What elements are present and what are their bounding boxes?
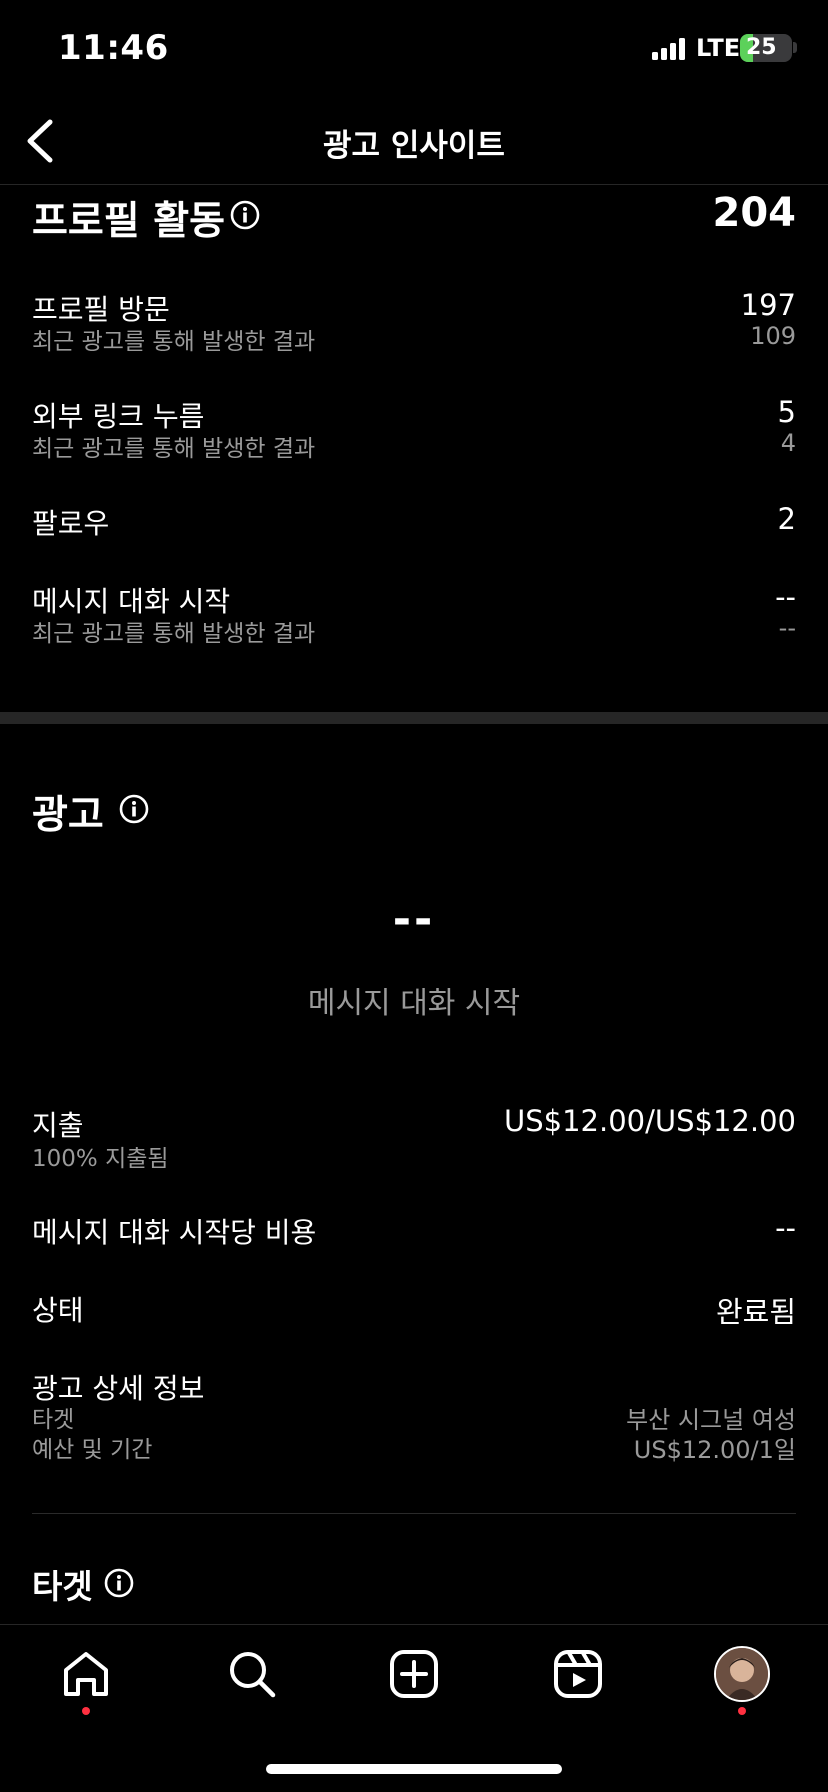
cost-per-label: 메시지 대화 시작당 비용	[32, 1216, 317, 1249]
avatar-image	[716, 1648, 768, 1700]
ad-section-title: 광고	[32, 793, 104, 838]
profile-activity-total: 204	[712, 190, 797, 236]
battery-level: 25	[746, 35, 777, 60]
info-icon[interactable]	[104, 1568, 134, 1598]
home-indicator	[266, 1764, 562, 1774]
battery-nub	[793, 42, 797, 53]
spend-label: 지출	[32, 1109, 84, 1142]
target-label: 타겟	[32, 1407, 75, 1433]
row-value-external-link: 5	[777, 395, 796, 429]
budget-value: US$12.00/1일	[633, 1436, 796, 1464]
budget-label: 예산 및 기간	[32, 1437, 153, 1463]
tab-bar-divider	[0, 1624, 828, 1625]
row-value-conversations: --	[775, 580, 796, 614]
row-subvalue-conversations: --	[778, 614, 796, 642]
status-time: 11:46	[58, 28, 169, 68]
section-divider	[0, 712, 828, 724]
signal-icon	[652, 38, 685, 60]
status-label: 상태	[32, 1294, 84, 1327]
profile-activity-title: 프로필 활동	[32, 199, 225, 244]
row-label-follows: 팔로우	[32, 507, 110, 540]
page-title: 광고 인사이트	[323, 128, 505, 164]
spend-value: US$12.00/US$12.00	[504, 1104, 796, 1138]
home-icon[interactable]	[60, 1648, 112, 1700]
status-value: 완료됨	[715, 1295, 796, 1329]
search-icon[interactable]	[226, 1648, 278, 1700]
reels-icon[interactable]	[552, 1648, 604, 1700]
row-sub-external-link: 최근 광고를 통해 발생한 결과	[32, 436, 316, 462]
create-icon[interactable]	[388, 1648, 440, 1700]
highlight-caption: 메시지 대화 시작	[307, 986, 521, 1021]
header-divider	[0, 184, 828, 185]
info-icon[interactable]	[230, 200, 260, 230]
row-value-profile-visits: 197	[740, 288, 796, 322]
target-section-title: 타겟	[32, 1567, 93, 1606]
row-subvalue-profile-visits: 109	[750, 322, 796, 350]
row-value-follows: 2	[777, 502, 796, 536]
row-sub-profile-visits: 최근 광고를 통해 발생한 결과	[32, 329, 316, 355]
network-type: LTE	[696, 34, 741, 62]
profile-avatar[interactable]	[714, 1646, 770, 1702]
battery-icon: 25	[740, 34, 792, 62]
cost-per-value: --	[775, 1211, 796, 1245]
spend-sub: 100% 지출됨	[32, 1146, 169, 1172]
row-subvalue-external-link: 4	[780, 429, 796, 457]
home-notification-dot	[82, 1707, 90, 1715]
info-icon[interactable]	[119, 794, 149, 824]
highlight-value: --	[392, 894, 436, 945]
details-divider	[32, 1513, 796, 1514]
row-sub-conversations: 최근 광고를 통해 발생한 결과	[32, 621, 316, 647]
profile-notification-dot	[738, 1707, 746, 1715]
